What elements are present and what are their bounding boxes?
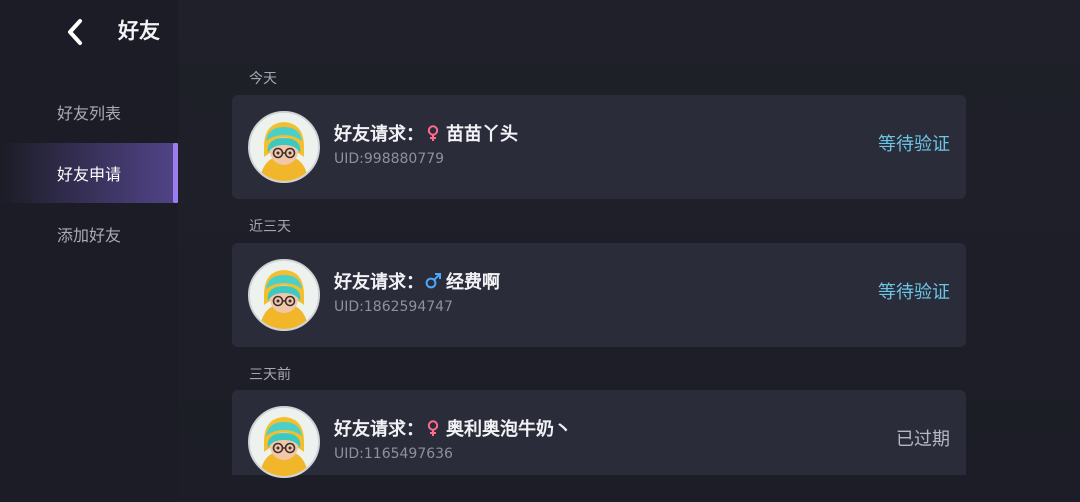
sidebar-item-add-friend[interactable]: 添加好友	[0, 204, 178, 264]
avatar	[248, 259, 320, 331]
friend-request-card[interactable]: 好友请求： 奥利奥泡牛奶丶 UID:1165497636 已过期	[232, 390, 966, 478]
section-label-last-three-days: 近三天	[249, 219, 291, 235]
requester-uid: UID:1862594747	[334, 299, 453, 315]
requester-uid: UID:998880779	[334, 151, 445, 167]
page-title: 好友	[118, 19, 160, 43]
request-line: 好友请求： 奥利奥泡牛奶丶	[334, 414, 572, 442]
status-pending: 等待验证	[878, 134, 950, 155]
request-line: 好友请求： 经费啊	[334, 267, 500, 295]
sidebar-item-label: 好友申请	[56, 165, 121, 184]
requester-name: 奥利奥泡牛奶丶	[446, 419, 572, 440]
avatar-image	[250, 261, 318, 329]
avatar	[248, 111, 320, 183]
requester-name: 经费啊	[446, 272, 500, 293]
section-label-today: 今天	[249, 71, 277, 87]
avatar-image	[250, 408, 318, 476]
sidebar-item-friend-list[interactable]: 好友列表	[0, 82, 178, 142]
female-icon	[427, 125, 439, 141]
section-label-three-days-ago: 三天前	[249, 367, 291, 383]
back-button[interactable]	[60, 14, 90, 50]
avatar	[248, 406, 320, 478]
status-expired: 已过期	[896, 429, 950, 450]
status-pending: 等待验证	[878, 282, 950, 303]
request-prefix: 好友请求：	[334, 272, 424, 293]
active-indicator	[173, 143, 178, 203]
chevron-left-icon	[68, 19, 82, 45]
sidebar-item-friend-requests[interactable]: 好友申请	[0, 143, 178, 203]
sidebar-item-label: 添加好友	[56, 226, 121, 245]
request-prefix: 好友请求：	[334, 124, 424, 145]
requester-uid: UID:1165497636	[334, 446, 453, 462]
requester-name: 苗苗丫头	[446, 124, 518, 145]
avatar-image	[250, 113, 318, 181]
request-line: 好友请求： 苗苗丫头	[334, 119, 518, 147]
sidebar-item-label: 好友列表	[56, 104, 121, 123]
sidebar: 好友列表 好友申请 添加好友	[0, 0, 178, 502]
male-icon	[425, 273, 441, 289]
app-root: 好友列表 好友申请 添加好友 好友 今天 好友请求： 苗苗丫头 UID:9988…	[0, 0, 1080, 502]
request-prefix: 好友请求：	[334, 419, 424, 440]
friend-request-card[interactable]: 好友请求： 苗苗丫头 UID:998880779 等待验证	[232, 95, 966, 199]
friend-request-card[interactable]: 好友请求： 经费啊 UID:1862594747 等待验证	[232, 243, 966, 347]
header: 好友	[0, 0, 260, 64]
female-icon	[427, 420, 439, 436]
